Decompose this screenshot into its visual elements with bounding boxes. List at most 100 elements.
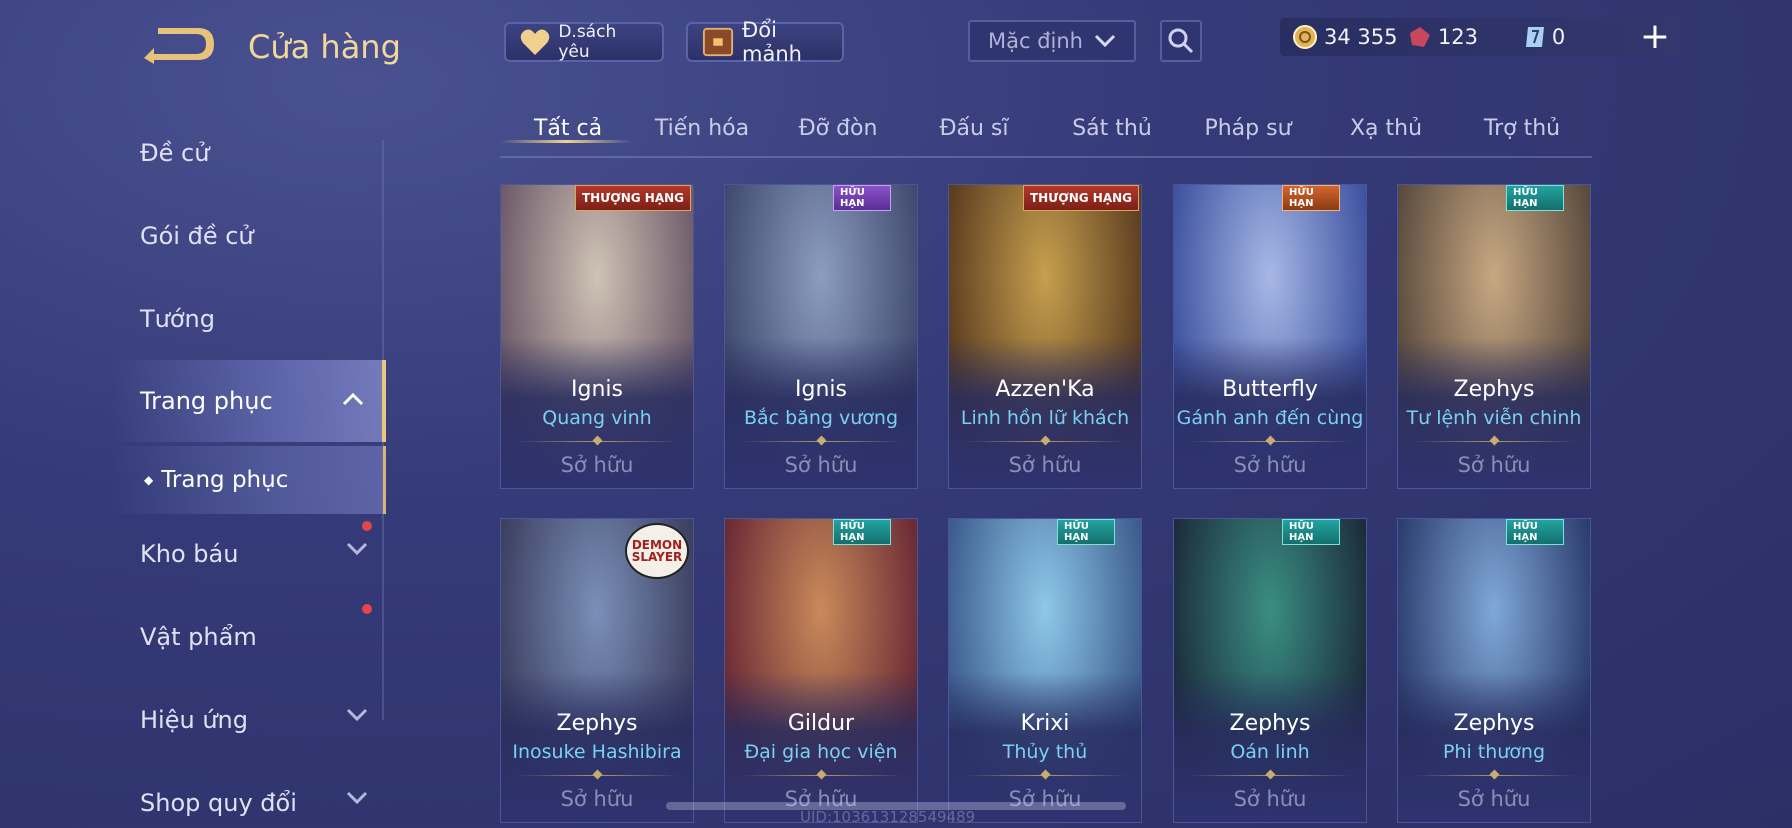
skin-card[interactable]: DEMON SLAYER Zephys Inosuke Hashibira Sở hữ… (500, 518, 694, 823)
card-divider (1190, 775, 1352, 776)
rank-badge: THƯỢNG HẠNG (574, 185, 691, 211)
hero-name: Zephys (1453, 377, 1535, 402)
sidebar-item-exchange-shop[interactable]: Shop quy đổi (110, 773, 386, 828)
card-divider (1414, 441, 1576, 442)
uid-watermark: UID:103613128549489 (800, 808, 976, 826)
skin-card[interactable]: THƯỢNG HẠNG Azzen'Ka Linh hồn lữ khách Sở h… (948, 184, 1142, 489)
chevron-up-icon (342, 392, 364, 406)
tab-label: Tất cả (533, 116, 603, 141)
sort-selected-value: Mặc định (988, 29, 1083, 53)
sort-dropdown[interactable]: Mặc định (968, 20, 1136, 62)
sidebar-item-treasure[interactable]: Kho báu (110, 524, 386, 584)
add-currency-button[interactable]: + (1640, 19, 1670, 55)
tab-label: Pháp sư (1204, 116, 1292, 141)
hero-name: Krixi (1020, 711, 1070, 736)
card-divider (965, 775, 1127, 776)
skin-grid: THƯỢNG HẠNG Ignis Quang vinh Sở hữu HỮU HẠN I… (500, 184, 1592, 828)
gem-balance: 123 (1408, 25, 1514, 49)
sidebar-item-effects[interactable]: Hiệu ứng (110, 690, 386, 750)
active-tab-indicator (500, 140, 632, 143)
sidebar-subitem-label: Trang phục (161, 467, 289, 493)
sidebar-item-label: Hiệu ứng (140, 706, 248, 734)
sidebar-item-label: Vật phẩm (140, 623, 257, 651)
currency-bar: 34 355 123 0 + (1280, 18, 1682, 56)
tab-label: Xạ thủ (1349, 116, 1423, 141)
voucher-balance: 0 (1524, 25, 1630, 49)
rank-badge: THƯỢNG HẠNG (1022, 185, 1139, 211)
card-divider (1190, 441, 1352, 442)
exchange-fragments-label: Đổi mảnh (742, 18, 802, 66)
skin-card[interactable]: THƯỢNG HẠNG Ignis Quang vinh Sở hữu (500, 184, 694, 489)
owned-status: Sở hữu (1457, 453, 1531, 477)
hero-name: Butterfly (1222, 377, 1318, 402)
skin-card[interactable]: HỮU HẠN Butterfly Gánh anh đến cùng Sở hữu (1173, 184, 1367, 489)
limited-badge: HỮU HẠN (1282, 185, 1340, 211)
sidebar-item-label: Shop quy đổi (140, 789, 297, 817)
tab-tank[interactable]: Đỡ đòn (770, 116, 906, 141)
sidebar-item-label: Trang phục (140, 387, 273, 415)
tab-all[interactable]: Tất cả (500, 116, 636, 143)
skin-card[interactable]: HỮU HẠN Zephys Phi thương Sở hữu (1397, 518, 1591, 823)
tab-evolution[interactable]: Tiến hóa (634, 116, 770, 141)
gold-balance: 34 355 (1292, 24, 1398, 50)
skin-name: Inosuke Hashibira (512, 741, 682, 763)
tab-label: Tiến hóa (654, 116, 750, 141)
sidebar-item-skins[interactable]: Trang phục (110, 360, 386, 442)
tab-fighter[interactable]: Đấu sĩ (906, 116, 1042, 141)
skin-card[interactable]: HỮU HẠN Zephys Tư lệnh viễn chinh Sở hữu (1397, 184, 1591, 489)
skin-name: Oán linh (1230, 741, 1310, 763)
skin-card[interactable]: HỮU HẠN Zephys Oán linh Sở hữu (1173, 518, 1367, 823)
gold-coin-icon (1293, 25, 1317, 49)
hero-name: Ignis (795, 377, 847, 402)
skin-card[interactable]: HỮU HẠN Ignis Bắc băng vương Sở hữu (724, 184, 918, 489)
hero-name: Ignis (571, 377, 623, 402)
tab-label: Đỡ đòn (798, 116, 878, 141)
sidebar-item-heroes[interactable]: Tướng (110, 289, 386, 349)
owned-status: Sở hữu (1008, 453, 1082, 477)
search-button[interactable] (1160, 20, 1202, 62)
owned-status: Sở hữu (784, 453, 858, 477)
sidebar-item-bundles[interactable]: Gói đề cử (110, 206, 386, 266)
skin-name: Bắc băng vương (743, 407, 899, 429)
limited-badge: HỮU HẠN (1506, 519, 1564, 545)
notification-dot (362, 521, 372, 531)
hero-name: Zephys (1229, 711, 1311, 736)
back-button[interactable] (140, 24, 216, 68)
tab-support[interactable]: Trợ thủ (1454, 116, 1590, 141)
tab-label: Đấu sĩ (939, 116, 1009, 141)
chevron-down-icon (346, 791, 368, 805)
skin-name: Gánh anh đến cùng (1176, 407, 1364, 429)
card-divider (1414, 775, 1576, 776)
favorites-label: D.sách yêu (558, 22, 617, 62)
top-bar: Cửa hàng D.sách yêu Đổi mảnh Mặc định 34… (0, 0, 1792, 90)
chevron-down-icon (346, 708, 368, 722)
skin-name: Phi thương (1442, 741, 1546, 763)
sidebar-item-label: Gói đề cử (140, 222, 254, 250)
card-divider (517, 441, 679, 442)
tab-mage[interactable]: Pháp sư (1180, 116, 1316, 141)
favorites-button[interactable]: D.sách yêu (504, 22, 664, 62)
sidebar-item-items[interactable]: Vật phẩm (110, 607, 386, 667)
sidebar-subitem-skins[interactable]: ◆ Trang phục (110, 446, 386, 514)
skin-card[interactable]: HỮU HẠN Krixi Thủy thủ Sở hữu (948, 518, 1142, 823)
sidebar-item-featured[interactable]: Đề cử (110, 123, 386, 183)
sidebar-item-label: Tướng (140, 305, 215, 333)
card-divider (741, 775, 903, 776)
hero-name: Gildur (787, 711, 855, 736)
chevron-down-icon (346, 542, 368, 556)
search-icon (1168, 28, 1194, 54)
hero-name: Zephys (1453, 711, 1535, 736)
tab-marksman[interactable]: Xạ thủ (1318, 116, 1454, 141)
exchange-fragments-button[interactable]: Đổi mảnh (686, 18, 844, 66)
owned-status: Sở hữu (1457, 787, 1531, 811)
gold-amount: 34 355 (1324, 25, 1398, 49)
owned-status: Sở hữu (560, 787, 634, 811)
skin-name: Tư lệnh viễn chinh (1406, 407, 1582, 429)
skin-name: Linh hồn lữ khách (960, 407, 1130, 429)
skin-card[interactable]: HỮU HẠN Gildur Đại gia học viện Sở hữu (724, 518, 918, 823)
tab-assassin[interactable]: Sát thủ (1044, 116, 1180, 141)
red-gem-icon (1409, 27, 1430, 47)
hero-name: Zephys (556, 711, 638, 736)
limited-badge: HỮU HẠN (833, 185, 891, 211)
owned-status: Sở hữu (1233, 453, 1307, 477)
